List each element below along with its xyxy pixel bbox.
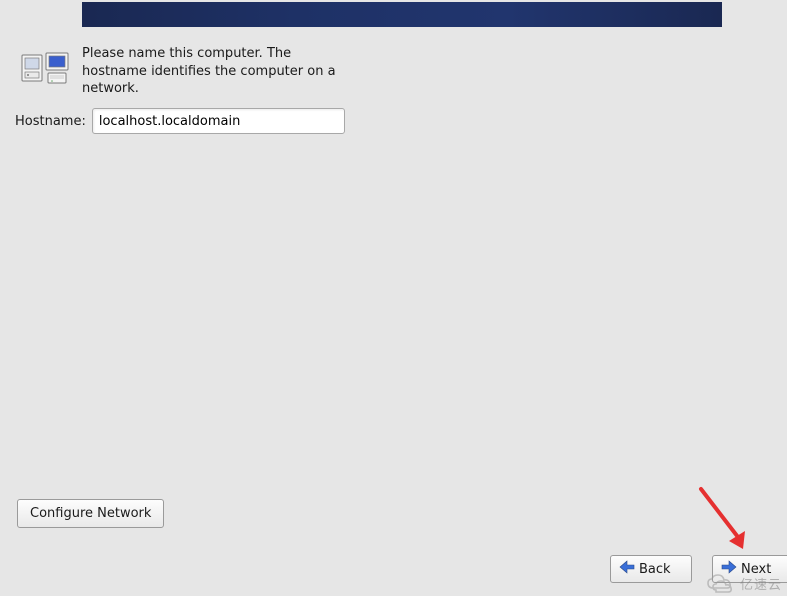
hostname-row: Hostname: <box>15 108 345 134</box>
intro-row: Please name this computer. The hostname … <box>20 45 342 98</box>
configure-network-button[interactable]: Configure Network <box>17 499 164 528</box>
back-button-label: Back <box>639 562 671 577</box>
arrow-left-icon <box>619 560 635 578</box>
next-button[interactable]: Next <box>712 555 787 583</box>
hostname-input[interactable] <box>92 108 345 134</box>
computers-icon <box>20 51 72 91</box>
next-button-label: Next <box>741 562 771 577</box>
hostname-label: Hostname: <box>15 114 86 129</box>
intro-text: Please name this computer. The hostname … <box>82 45 342 98</box>
back-button[interactable]: Back <box>610 555 692 583</box>
arrow-right-icon <box>721 560 737 578</box>
annotation-arrow <box>695 483 755 553</box>
header-banner <box>82 2 722 27</box>
